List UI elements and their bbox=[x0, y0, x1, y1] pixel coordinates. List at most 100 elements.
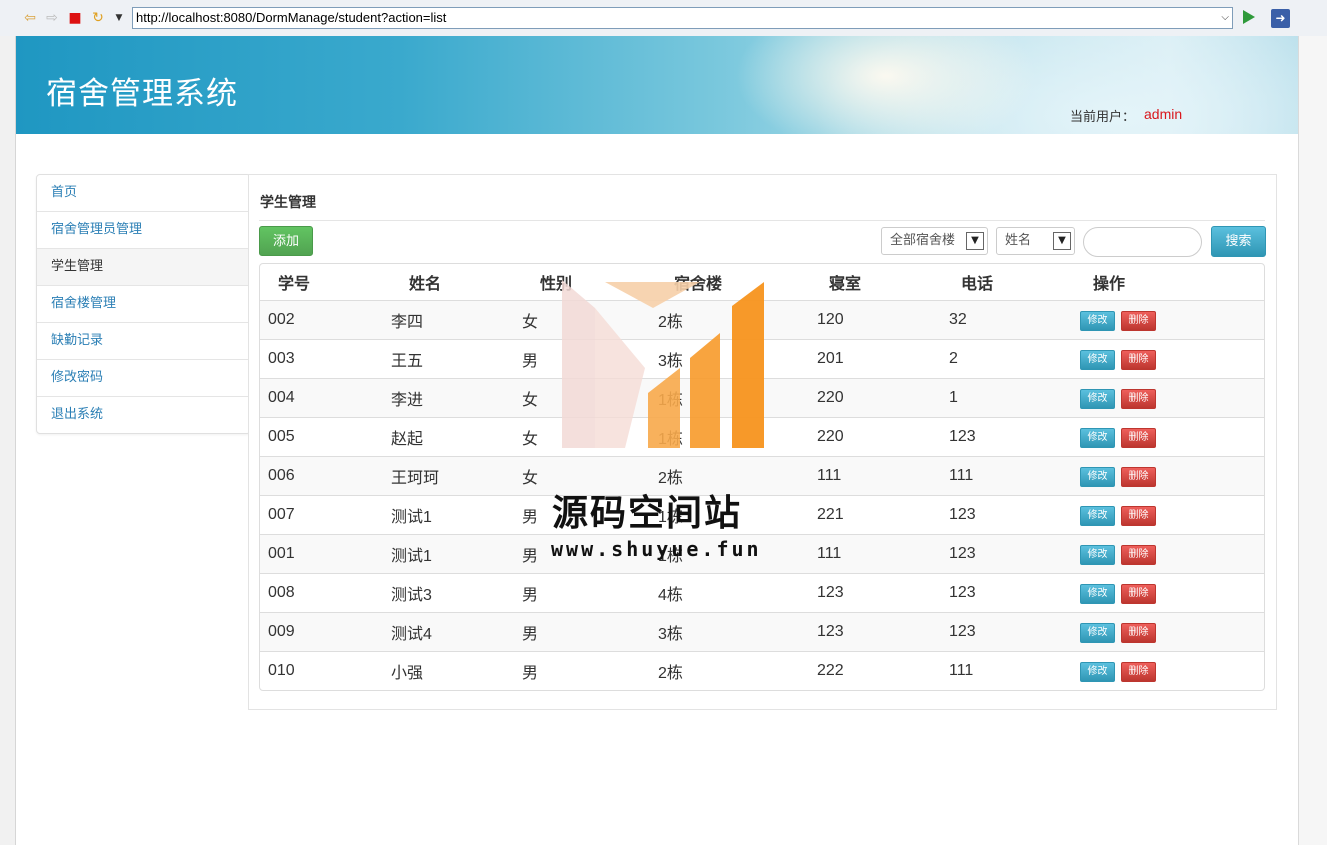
delete-button[interactable]: 删除 bbox=[1121, 622, 1156, 643]
cell-actions: 修改 删除 bbox=[1080, 378, 1264, 418]
cell-name: 王五 bbox=[391, 339, 522, 379]
address-dropdown-icon[interactable]: ⌵ bbox=[1221, 8, 1229, 28]
column-header: 寝室 bbox=[817, 264, 949, 301]
edit-button[interactable]: 修改 bbox=[1080, 466, 1115, 487]
edit-button[interactable]: 修改 bbox=[1080, 427, 1115, 448]
cell-phone: 123 bbox=[949, 573, 1080, 613]
sidebar-item-label: 退出系统 bbox=[51, 407, 104, 422]
delete-button[interactable]: 删除 bbox=[1121, 427, 1156, 448]
table-row: 001 测试1 男 1栋 111 123 修改 删除 bbox=[260, 534, 1264, 574]
sidebar-item-label: 修改密码 bbox=[51, 370, 104, 385]
edit-button[interactable]: 修改 bbox=[1080, 388, 1115, 409]
edit-button[interactable]: 修改 bbox=[1080, 310, 1115, 331]
edit-button[interactable]: 修改 bbox=[1080, 622, 1115, 643]
delete-button[interactable]: 删除 bbox=[1121, 505, 1156, 526]
cell-phone: 32 bbox=[949, 300, 1080, 340]
edit-button[interactable]: 修改 bbox=[1080, 505, 1115, 526]
cell-name: 测试4 bbox=[391, 612, 522, 652]
window-left-edge bbox=[0, 36, 16, 845]
sidebar-item-home[interactable]: 首页› bbox=[37, 175, 256, 212]
cell-student-id: 006 bbox=[260, 456, 391, 496]
cell-phone: 111 bbox=[949, 456, 1080, 496]
cell-student-id: 003 bbox=[260, 339, 391, 379]
cell-room: 220 bbox=[817, 378, 949, 418]
sidebar-item-logout[interactable]: 退出系统› bbox=[37, 397, 256, 433]
add-student-button[interactable]: 添加 bbox=[259, 226, 313, 256]
column-header: 性别 bbox=[522, 264, 654, 301]
table-row: 008 测试3 男 4栋 123 123 修改 删除 bbox=[260, 573, 1264, 613]
sidebar-item-buildings[interactable]: 宿舍楼管理› bbox=[37, 286, 256, 323]
sidebar-item-dorm-managers[interactable]: 宿舍管理员管理› bbox=[37, 212, 256, 249]
sidebar-item-change-password[interactable]: 修改密码› bbox=[37, 360, 256, 397]
sidebar-item-absence-records[interactable]: 缺勤记录› bbox=[37, 323, 256, 360]
column-header: 姓名 bbox=[391, 264, 522, 301]
cell-phone: 111 bbox=[949, 651, 1080, 690]
system-title: 宿舍管理系统 bbox=[46, 76, 238, 112]
search-input[interactable] bbox=[1083, 227, 1202, 257]
cell-student-id: 005 bbox=[260, 417, 391, 457]
edit-button[interactable]: 修改 bbox=[1080, 583, 1115, 604]
watermark-text: 源码空间站 bbox=[552, 493, 743, 534]
cell-gender: 女 bbox=[522, 417, 654, 457]
column-header: 学号 bbox=[260, 264, 391, 301]
cell-room: 123 bbox=[817, 573, 949, 613]
divider bbox=[259, 220, 1265, 221]
search-field-select-value: 姓名 bbox=[1005, 233, 1032, 248]
table-header-row: 学号 姓名 性别 宿舍楼 寝室 电话 操作 bbox=[260, 264, 1264, 301]
table-row: 004 李进 女 1栋 220 1 修改 删除 bbox=[260, 378, 1264, 418]
cell-actions: 修改 删除 bbox=[1080, 534, 1264, 574]
cell-student-id: 001 bbox=[260, 534, 391, 574]
search-button[interactable]: 搜索 bbox=[1211, 226, 1266, 257]
back-icon[interactable]: ⇦ bbox=[22, 10, 38, 26]
delete-button[interactable]: 删除 bbox=[1121, 310, 1156, 331]
building-select[interactable]: 全部宿舍楼 ▼ bbox=[881, 227, 988, 255]
sidebar-item-label: 首页 bbox=[51, 185, 78, 200]
cell-phone: 2 bbox=[949, 339, 1080, 379]
sidebar-item-students[interactable]: 学生管理› bbox=[37, 249, 256, 286]
cell-gender: 女 bbox=[522, 378, 654, 418]
cell-building: 1栋 bbox=[654, 417, 817, 457]
table-row: 005 赵起 女 1栋 220 123 修改 删除 bbox=[260, 417, 1264, 457]
delete-button[interactable]: 删除 bbox=[1121, 583, 1156, 604]
cell-phone: 123 bbox=[949, 417, 1080, 457]
edit-button[interactable]: 修改 bbox=[1080, 661, 1115, 682]
cell-phone: 123 bbox=[949, 612, 1080, 652]
cell-name: 李四 bbox=[391, 300, 522, 340]
cell-room: 123 bbox=[817, 612, 949, 652]
history-dropdown-icon[interactable]: ▼ bbox=[111, 10, 127, 26]
window-right-edge bbox=[1298, 36, 1327, 845]
cell-actions: 修改 删除 bbox=[1080, 300, 1264, 340]
browser-toolbar: ⇦ ⇨ ■ ↻ ▼ http://localhost:8080/DormMana… bbox=[0, 0, 1327, 37]
cell-room: 120 bbox=[817, 300, 949, 340]
forward-icon[interactable]: ⇨ bbox=[44, 10, 60, 26]
sidebar-item-label: 缺勤记录 bbox=[51, 333, 104, 348]
address-bar[interactable]: http://localhost:8080/DormManage/student… bbox=[132, 7, 1233, 29]
delete-button[interactable]: 删除 bbox=[1121, 466, 1156, 487]
cell-gender: 男 bbox=[522, 651, 654, 690]
cell-name: 赵起 bbox=[391, 417, 522, 457]
delete-button[interactable]: 删除 bbox=[1121, 388, 1156, 409]
page-title: 学生管理 bbox=[260, 195, 316, 211]
cell-room: 201 bbox=[817, 339, 949, 379]
watermark-url: www.shuyue.fun bbox=[551, 537, 762, 561]
edit-button[interactable]: 修改 bbox=[1080, 349, 1115, 370]
search-field-select[interactable]: 姓名 ▼ bbox=[996, 227, 1075, 255]
building-select-value: 全部宿舍楼 bbox=[890, 233, 956, 248]
sidebar-nav: 首页› 宿舍管理员管理› 学生管理› 宿舍楼管理› 缺勤记录› 修改密码› 退出… bbox=[36, 174, 256, 434]
go-icon[interactable] bbox=[1243, 10, 1255, 24]
cell-name: 王珂珂 bbox=[391, 456, 522, 496]
sidebar-item-label: 学生管理 bbox=[51, 259, 104, 274]
delete-button[interactable]: 删除 bbox=[1121, 544, 1156, 565]
table-row: 006 王珂珂 女 2栋 111 111 修改 删除 bbox=[260, 456, 1264, 496]
edit-button[interactable]: 修改 bbox=[1080, 544, 1115, 565]
stop-icon[interactable]: ■ bbox=[67, 10, 83, 26]
refresh-icon[interactable]: ↻ bbox=[90, 10, 106, 26]
table-row: 009 测试4 男 3栋 123 123 修改 删除 bbox=[260, 612, 1264, 652]
delete-button[interactable]: 删除 bbox=[1121, 661, 1156, 682]
cell-building: 2栋 bbox=[654, 300, 817, 340]
delete-button[interactable]: 删除 bbox=[1121, 349, 1156, 370]
cell-building: 3栋 bbox=[654, 612, 817, 652]
column-header: 宿舍楼 bbox=[654, 264, 817, 301]
cell-name: 李进 bbox=[391, 378, 522, 418]
external-browser-icon[interactable]: ➜ bbox=[1271, 9, 1290, 28]
